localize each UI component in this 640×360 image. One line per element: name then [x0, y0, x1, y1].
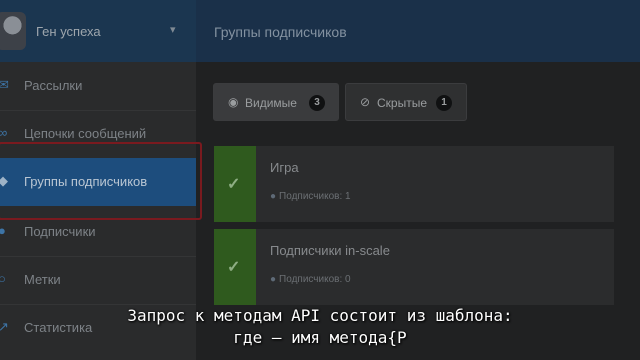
link-icon: ∞: [0, 125, 8, 140]
group-name: Игра: [270, 160, 299, 175]
sidebar-item-label: Метки: [24, 272, 61, 287]
user-icon: ●: [270, 191, 277, 202]
group-subscriber-count: ● Подписчиков: 0: [270, 274, 351, 285]
count-badge: 1: [436, 95, 452, 111]
group-name: Подписчики in-scale: [270, 243, 390, 258]
account-switcher[interactable]: Ген успеха ▾: [0, 0, 196, 62]
filter-visible-button[interactable]: ◉ Видимые 3: [213, 83, 339, 121]
page-title: Группы подписчиков: [214, 24, 347, 40]
group-card[interactable]: ✓ Подписчики in-scale ● Подписчиков: 0: [214, 229, 614, 305]
group-status: ✓: [214, 146, 256, 222]
filter-label: Видимые: [245, 96, 297, 110]
circle-icon: ○: [0, 271, 6, 286]
users-icon: ●: [0, 223, 6, 238]
sidebar-item-tags[interactable]: ○ Метки: [0, 256, 196, 304]
checkmark-icon: ✓: [227, 176, 241, 193]
user-icon: ●: [270, 274, 277, 285]
eye-slash-icon: ⊘: [360, 95, 371, 109]
checkmark-icon: ✓: [227, 259, 241, 276]
header: Группы подписчиков: [196, 0, 640, 62]
subtitle-line-1: Запрос к методам API состоит из шаблона:: [127, 306, 513, 325]
sidebar-item-subscribers[interactable]: ● Подписчики: [0, 208, 196, 256]
sidebar-item-label: Рассылки: [24, 78, 83, 93]
account-name: Ген успеха: [36, 24, 101, 39]
filter-label: Скрытые: [377, 96, 428, 110]
group-status: ✓: [214, 229, 256, 305]
count-badge: 3: [309, 95, 325, 111]
group-meta-text: Подписчиков: 1: [279, 191, 351, 202]
eye-icon: ◉: [228, 95, 239, 109]
app-window: Ген успеха ▾ ✉ Рассылки ∞ Цепочки сообще…: [0, 0, 640, 360]
chevron-down-icon: ▾: [170, 24, 176, 36]
avatar: [0, 12, 26, 50]
filter-hidden-button[interactable]: ⊘ Скрытые 1: [345, 83, 467, 121]
group-card[interactable]: ✓ Игра ● Подписчиков: 1: [214, 146, 614, 222]
sidebar-item-label: Подписчики: [24, 224, 96, 239]
group-subscriber-count: ● Подписчиков: 1: [270, 191, 351, 202]
sidebar-item-mailings[interactable]: ✉ Рассылки: [0, 62, 196, 110]
subtitle-line-2: где — имя метода{P: [233, 328, 407, 347]
envelope-icon: ✉: [0, 77, 9, 92]
group-meta-text: Подписчиков: 0: [279, 274, 351, 285]
sidebar-item-label: Цепочки сообщений: [24, 126, 147, 141]
